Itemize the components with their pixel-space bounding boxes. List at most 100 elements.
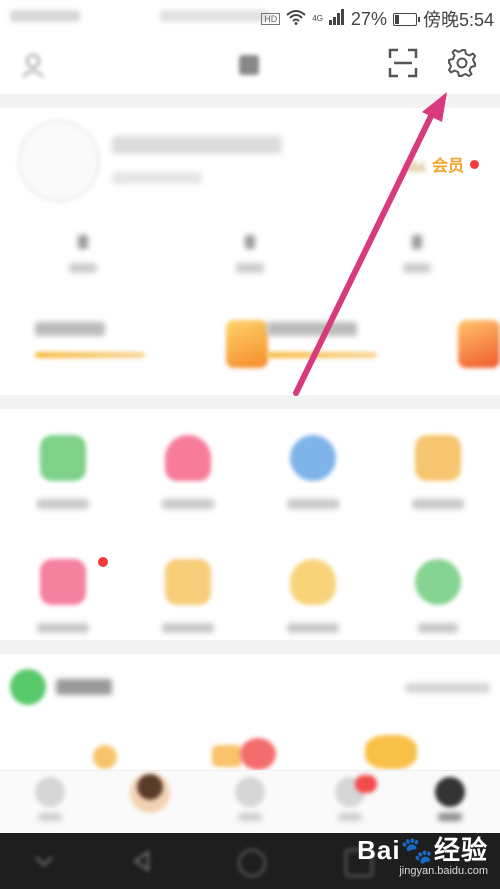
carrier-text xyxy=(10,10,80,22)
decor-shape xyxy=(212,745,242,767)
grid-label xyxy=(36,499,89,509)
promo-card[interactable] xyxy=(267,308,500,378)
stat-item[interactable] xyxy=(167,225,334,285)
app-section-header[interactable] xyxy=(10,665,490,715)
wifi-icon xyxy=(286,9,306,30)
stat-item[interactable] xyxy=(0,225,167,285)
status-indicators: HD 4G 27% 傍晚5:54 xyxy=(261,6,494,32)
task-icon xyxy=(164,559,211,605)
promo-title xyxy=(267,322,357,336)
grid-item[interactable] xyxy=(375,425,500,525)
gear-icon xyxy=(446,47,478,84)
status-bar: HD 4G 27% 傍晚5:54 xyxy=(0,0,500,36)
tab-home[interactable] xyxy=(0,771,100,833)
notification-icons xyxy=(160,10,270,22)
app-logo-icon xyxy=(10,669,46,705)
promo-bar xyxy=(35,352,145,358)
eye-icon xyxy=(414,559,461,605)
tab-character[interactable] xyxy=(100,771,200,833)
decor-shape xyxy=(93,745,117,769)
signal-icon xyxy=(328,8,345,30)
watermark-brand-suffix: 经验 xyxy=(433,835,488,865)
battery-icon xyxy=(392,12,420,26)
clock: 傍晚5:54 xyxy=(422,10,494,30)
grid-label xyxy=(286,623,339,633)
stat-label xyxy=(69,263,98,273)
promo-bar xyxy=(267,352,377,358)
stat-item[interactable] xyxy=(333,225,500,285)
tab-label xyxy=(238,813,262,821)
message-icon[interactable] xyxy=(18,50,48,80)
user-subtitle-placeholder xyxy=(112,172,202,184)
app-name xyxy=(56,679,112,695)
promo-image xyxy=(226,320,268,368)
keyboard-icon[interactable] xyxy=(32,849,56,873)
network-type: 4G xyxy=(312,14,323,23)
tab-label xyxy=(338,813,362,821)
stat-label xyxy=(402,263,431,273)
bulb-icon xyxy=(289,559,336,605)
tab-discover[interactable] xyxy=(200,771,300,833)
avatar[interactable] xyxy=(18,120,100,202)
grid-label xyxy=(286,499,339,509)
grid-label xyxy=(161,623,214,633)
grid-label xyxy=(417,623,458,633)
grid-item[interactable] xyxy=(250,549,375,649)
grid-item[interactable] xyxy=(125,549,250,649)
watermark: Bai🐾经验 jingyan.baidu.com xyxy=(357,830,488,877)
decor-shape xyxy=(240,738,276,770)
battery-percent: 27% xyxy=(350,8,387,29)
back-icon[interactable] xyxy=(130,849,154,873)
decor-shape xyxy=(365,735,417,769)
bottom-tab-bar xyxy=(0,770,500,833)
image-icon xyxy=(39,435,86,481)
divider xyxy=(0,94,500,108)
grid-label xyxy=(161,499,214,509)
profile-stats xyxy=(0,225,500,285)
username-placeholder xyxy=(112,136,282,154)
watermark-brand: Bai xyxy=(357,835,401,865)
promo-title xyxy=(35,322,105,336)
grid-item[interactable] xyxy=(250,425,375,525)
app-more-link[interactable] xyxy=(405,683,490,693)
tab-label xyxy=(38,813,62,821)
home-nav-icon[interactable] xyxy=(238,849,266,877)
watermark-logo: Bai🐾经验 xyxy=(357,830,488,867)
settings-button[interactable] xyxy=(445,48,479,82)
hd-indicator: HD xyxy=(261,13,281,25)
divider xyxy=(0,640,500,654)
feature-grid xyxy=(0,425,500,649)
clock-icon xyxy=(289,435,336,481)
tab-label xyxy=(438,813,462,821)
notification-dot xyxy=(98,557,108,567)
grid-item[interactable] xyxy=(375,549,500,649)
message-badge xyxy=(355,775,377,793)
vip-notification-dot xyxy=(470,159,480,169)
grid-label xyxy=(36,623,89,633)
grid-label xyxy=(411,499,464,509)
folder-icon xyxy=(414,435,461,481)
promo-image xyxy=(458,320,500,368)
center-icon xyxy=(236,52,262,78)
grid-item[interactable] xyxy=(0,425,125,525)
paw-icon: 🐾 xyxy=(400,835,434,865)
grid-item[interactable] xyxy=(125,425,250,525)
vip-entry[interactable]: 会员 xyxy=(400,152,480,176)
top-header xyxy=(0,36,500,94)
gift-icon xyxy=(164,435,211,481)
crown-icon xyxy=(400,156,426,172)
stat-value xyxy=(245,235,255,249)
scan-button[interactable] xyxy=(386,48,420,82)
promo-card[interactable] xyxy=(35,308,270,378)
battery-fill xyxy=(394,14,399,24)
vip-label: 会员 xyxy=(432,158,465,175)
tab-messages[interactable] xyxy=(300,771,400,833)
tab-me[interactable] xyxy=(400,771,500,833)
card-icon xyxy=(39,559,86,605)
home-icon xyxy=(35,777,65,807)
divider xyxy=(0,395,500,409)
scan-icon xyxy=(388,48,418,83)
grid-item[interactable] xyxy=(0,549,125,649)
discover-icon xyxy=(235,777,265,807)
stat-label xyxy=(236,263,264,273)
